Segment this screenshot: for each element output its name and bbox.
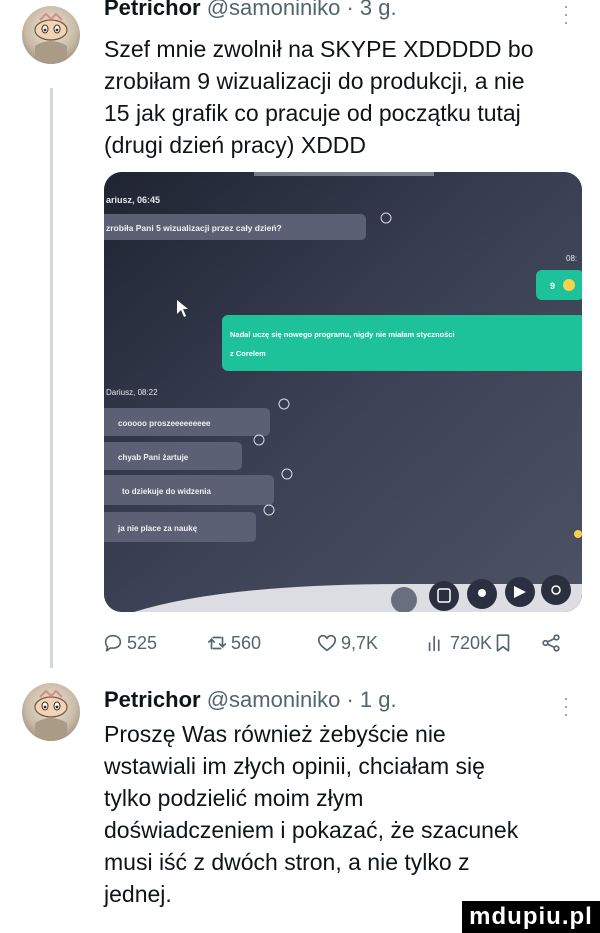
tweet-text-line: Proszę Was również żebyście nie bbox=[104, 721, 446, 747]
chat-message: cooooo proszeeeeeeeee bbox=[118, 419, 211, 428]
chat-screenshot: ariusz, 06:45 zrobiła Pani 5 wizualizacj… bbox=[104, 172, 582, 612]
bookmark-button[interactable] bbox=[492, 632, 517, 654]
chat-message: ja nie place za naukę bbox=[117, 524, 198, 533]
share-button[interactable] bbox=[540, 632, 565, 654]
sender-timestamp: Dariusz, 08:22 bbox=[106, 388, 158, 397]
tweet-text-line: 15 jak grafik co pracuje od początku tut… bbox=[104, 100, 521, 126]
retweet-button[interactable]: 560 bbox=[206, 632, 261, 654]
tweet-text-line: Szef mnie zwolnił na SKYPE XDDDDD bo bbox=[104, 36, 534, 62]
tweet-text: Szef mnie zwolnił na SKYPE XDDDDD bo zro… bbox=[104, 33, 574, 161]
avatar[interactable] bbox=[22, 6, 80, 64]
avatar[interactable] bbox=[22, 683, 80, 741]
bookmark-icon bbox=[496, 634, 510, 652]
like-button[interactable]: 9,7K bbox=[316, 632, 378, 654]
views-count: 720K bbox=[450, 632, 493, 653]
chat-reply-line: z Corelem bbox=[230, 349, 266, 358]
tweet-text: Proszę Was również żebyście nie wstawial… bbox=[104, 718, 574, 910]
tweet-media-photo[interactable]: ariusz, 06:45 zrobiła Pani 5 wizualizacj… bbox=[104, 172, 582, 612]
tweet-text-line: musi iść z dwóch stron, a nie tylko z bbox=[104, 849, 470, 875]
author-name[interactable]: Petrichor bbox=[104, 0, 201, 20]
tweet-text-line: wstawiali im złych opinii, chciałam się bbox=[104, 753, 485, 779]
chat-message: to dziekuje do widzenia bbox=[122, 487, 211, 496]
like-icon bbox=[317, 634, 337, 652]
views-icon bbox=[428, 635, 440, 652]
share-icon bbox=[542, 634, 560, 652]
chat-message: chyab Pani żartuje bbox=[118, 453, 189, 462]
chat-reply-line: Nadal uczę się nowego programu, nigdy ni… bbox=[230, 330, 455, 339]
more-icon[interactable]: · · · bbox=[563, 0, 569, 31]
retweet-icon bbox=[207, 636, 227, 650]
avatar-illustration-icon bbox=[34, 12, 68, 64]
tweet-text-line: tylko podzielić moim złym bbox=[104, 785, 364, 811]
reply-button[interactable]: 525 bbox=[102, 632, 157, 654]
chat-message: zrobiła Pani 5 wizualizacji przez cały d… bbox=[106, 223, 282, 233]
more-icon[interactable]: · · · bbox=[563, 689, 569, 723]
author-handle-time[interactable]: @samoniniko · 3 g. bbox=[207, 0, 397, 20]
tweet-text-line: (drugi dzień pracy) XDDD bbox=[104, 132, 367, 158]
reply-count: 525 bbox=[127, 632, 158, 653]
tweet-header: Petrichor @samoniniko · 3 g. bbox=[104, 0, 397, 21]
tweet-header: Petrichor @samoniniko · 1 g. bbox=[104, 687, 397, 713]
tweet-action-bar: 525 560 9,7K 720K bbox=[102, 632, 572, 662]
tweet-text-line: zrobiłam 9 wizualizacji do produkcji, a … bbox=[104, 68, 525, 94]
sender-timestamp: ariusz, 06:45 bbox=[106, 195, 160, 205]
reply-icon bbox=[104, 634, 122, 652]
thread-connector-line bbox=[50, 88, 53, 668]
message-time: 08: bbox=[566, 254, 577, 263]
avatar-illustration-icon bbox=[34, 689, 68, 741]
count-badge: 9 bbox=[550, 281, 555, 291]
author-handle-time[interactable]: @samoniniko · 1 g. bbox=[207, 687, 397, 712]
retweet-count: 560 bbox=[231, 632, 262, 653]
views-button[interactable]: 720K bbox=[425, 632, 492, 654]
tweet-text-line: doświadczeniem i pokazać, że szacunek bbox=[104, 817, 519, 843]
like-count: 9,7K bbox=[341, 632, 379, 653]
watermark-logo: mdupiu.pl bbox=[462, 901, 600, 933]
author-name[interactable]: Petrichor bbox=[104, 687, 201, 712]
